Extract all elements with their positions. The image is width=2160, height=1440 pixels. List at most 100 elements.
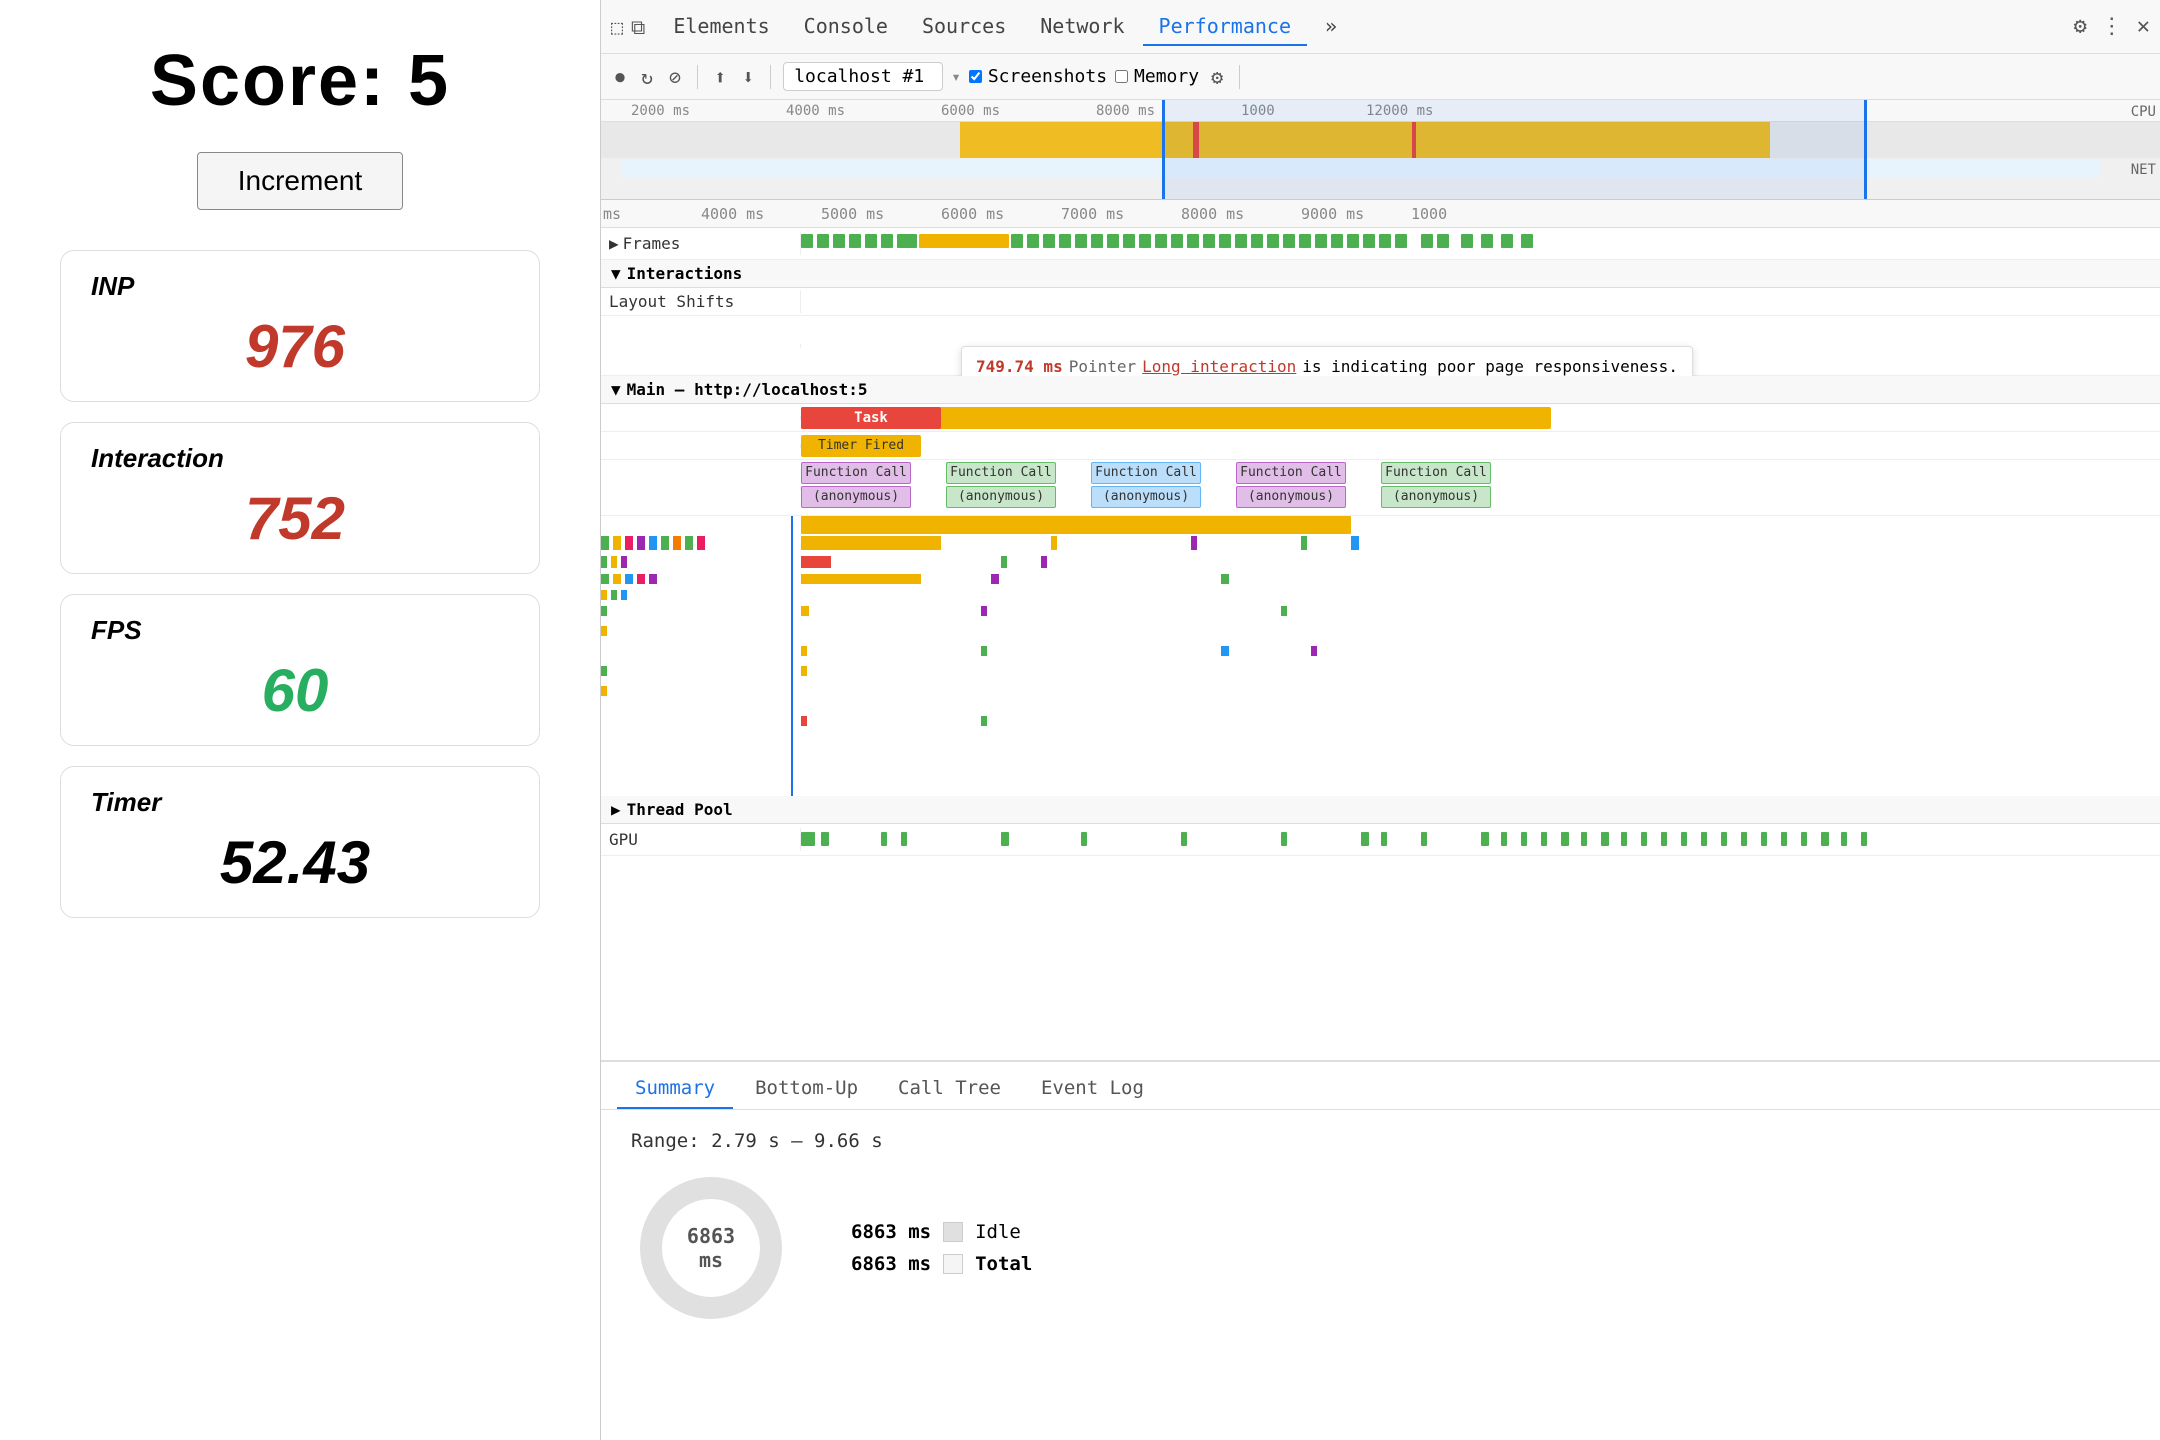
popup-link[interactable]: Long interaction bbox=[1142, 357, 1296, 376]
interaction-value: 752 bbox=[91, 484, 499, 553]
thread-pool-label: Thread Pool bbox=[627, 800, 733, 819]
tick-2000: 2000 ms bbox=[631, 103, 690, 119]
main-thread-collapse-icon[interactable]: ▼ bbox=[611, 380, 621, 399]
device-icon[interactable]: ⧉ bbox=[631, 15, 645, 39]
url-dropdown-icon[interactable]: ▾ bbox=[951, 67, 961, 86]
func-anon-5[interactable]: (anonymous) bbox=[1381, 486, 1491, 508]
timer-fired-label-col bbox=[601, 444, 801, 448]
func-anon-1[interactable]: (anonymous) bbox=[801, 486, 911, 508]
tab-bottom-up[interactable]: Bottom-Up bbox=[737, 1069, 876, 1109]
main-thread-header: ▼ Main — http://localhost:5 bbox=[601, 376, 2160, 404]
gpu-bar bbox=[1681, 832, 1687, 846]
func-call-5[interactable]: Function Call bbox=[1381, 462, 1491, 484]
flame-r3yellow bbox=[801, 574, 921, 584]
clear-btn[interactable]: ⊘ bbox=[665, 61, 685, 93]
frame-bar bbox=[1299, 234, 1311, 248]
func-call-3[interactable]: Function Call bbox=[1091, 462, 1201, 484]
record-btn[interactable]: ⏺ bbox=[611, 61, 629, 93]
download-btn[interactable]: ⬇ bbox=[738, 61, 758, 93]
gpu-content bbox=[801, 824, 2160, 856]
func-call-2[interactable]: Function Call bbox=[946, 462, 1056, 484]
timeline-main[interactable]: ms 4000 ms 5000 ms 6000 ms 7000 ms 8000 … bbox=[601, 200, 2160, 1060]
timer-fired-bar[interactable]: Timer Fired bbox=[801, 435, 921, 457]
func-call-3-label: Function Call bbox=[1095, 465, 1197, 480]
close-icon[interactable]: ✕ bbox=[2137, 14, 2150, 39]
separator2 bbox=[770, 65, 771, 89]
gpu-bar bbox=[1761, 832, 1767, 846]
flame-r4s2 bbox=[611, 590, 617, 600]
tab-sources[interactable]: Sources bbox=[906, 8, 1022, 46]
gpu-bar bbox=[1381, 832, 1387, 846]
flame-s10 bbox=[1051, 536, 1057, 550]
main-ruler: ms 4000 ms 5000 ms 6000 ms 7000 ms 8000 … bbox=[601, 200, 2160, 228]
tab-console[interactable]: Console bbox=[788, 8, 904, 46]
gpu-bar bbox=[1721, 832, 1727, 846]
gpu-bar bbox=[1781, 832, 1787, 846]
tab-performance[interactable]: Performance bbox=[1143, 8, 1307, 46]
memory-checkbox[interactable] bbox=[1115, 70, 1128, 83]
url-selector[interactable]: localhost #1 bbox=[783, 62, 943, 91]
frame-bar bbox=[849, 234, 861, 248]
flame-chart-area bbox=[601, 516, 2160, 796]
task-row: Task Task bbox=[601, 404, 2160, 432]
increment-button[interactable]: Increment bbox=[197, 152, 404, 210]
gpu-bar bbox=[1821, 832, 1829, 846]
frame-bar bbox=[1283, 234, 1295, 248]
interaction-label: Interaction bbox=[91, 443, 499, 474]
func-call-1-label: Function Call bbox=[805, 465, 907, 480]
more-settings-btn[interactable]: ⚙ bbox=[1207, 61, 1227, 93]
flame-r9s1 bbox=[601, 686, 607, 696]
inspect-icon[interactable]: ⬚ bbox=[611, 15, 623, 39]
func-call-4[interactable]: Function Call bbox=[1236, 462, 1346, 484]
screenshots-checkbox[interactable] bbox=[969, 70, 982, 83]
settings-icon[interactable]: ⚙ bbox=[2074, 14, 2087, 39]
function-calls-row: Function Call (anonymous) Function Call … bbox=[601, 460, 2160, 516]
frame-bar bbox=[1219, 234, 1231, 248]
gpu-bar bbox=[1641, 832, 1647, 846]
frame-bar bbox=[1059, 234, 1071, 248]
func-call-2-label: Function Call bbox=[950, 465, 1052, 480]
selection-handle-right[interactable] bbox=[1864, 100, 1867, 199]
flame-r7s2 bbox=[981, 646, 987, 656]
func-call-1[interactable]: Function Call bbox=[801, 462, 911, 484]
tab-call-tree[interactable]: Call Tree bbox=[880, 1069, 1019, 1109]
screenshots-toggle: Screenshots bbox=[969, 66, 1107, 87]
func-anon-3-label: (anonymous) bbox=[1103, 489, 1189, 504]
task-red-bar[interactable]: Task bbox=[801, 407, 941, 429]
gpu-bar bbox=[1421, 832, 1427, 846]
func-anon-4[interactable]: (anonymous) bbox=[1236, 486, 1346, 508]
interactions-content: 749.74 ms Pointer Long interaction is in… bbox=[801, 316, 2160, 376]
frame-bar bbox=[1139, 234, 1151, 248]
frame-bar bbox=[1521, 234, 1533, 248]
interactions-collapse-icon[interactable]: ▼ bbox=[611, 264, 621, 283]
thread-pool-icon[interactable]: ▶ bbox=[611, 800, 621, 819]
main-thread-label: Main — http://localhost:5 bbox=[627, 380, 868, 399]
gpu-bar bbox=[1001, 832, 1009, 846]
tab-more[interactable]: » bbox=[1309, 8, 1353, 46]
timeline-overview[interactable]: 2000 ms 4000 ms 6000 ms 8000 ms 1000 120… bbox=[601, 100, 2160, 200]
tab-event-log[interactable]: Event Log bbox=[1023, 1069, 1162, 1109]
memory-toggle: Memory bbox=[1115, 66, 1199, 87]
tab-network[interactable]: Network bbox=[1024, 8, 1140, 46]
frame-bar bbox=[1267, 234, 1279, 248]
tab-elements[interactable]: Elements bbox=[657, 8, 785, 46]
frame-bar bbox=[1075, 234, 1087, 248]
frame-bar bbox=[1091, 234, 1103, 248]
interactions-section-label: Interactions bbox=[627, 264, 743, 283]
flame-r8s1 bbox=[601, 666, 607, 676]
frame-bar bbox=[1363, 234, 1375, 248]
func-anon-3[interactable]: (anonymous) bbox=[1091, 486, 1201, 508]
upload-btn[interactable]: ⬆ bbox=[710, 61, 730, 93]
fps-value: 60 bbox=[91, 656, 499, 725]
frames-expand-icon[interactable]: ▶ bbox=[609, 234, 619, 253]
tab-summary[interactable]: Summary bbox=[617, 1069, 733, 1109]
selection-handle-left[interactable] bbox=[1162, 100, 1165, 199]
reload-btn[interactable]: ↻ bbox=[637, 61, 657, 93]
frame-bar bbox=[1155, 234, 1167, 248]
func-anon-2[interactable]: (anonymous) bbox=[946, 486, 1056, 508]
frames-track-row: ▶ Frames bbox=[601, 228, 2160, 260]
frame-bar bbox=[1011, 234, 1023, 248]
frame-bar bbox=[1107, 234, 1119, 248]
more-icon[interactable]: ⋮ bbox=[2101, 14, 2123, 39]
bottom-tab-bar: Summary Bottom-Up Call Tree Event Log bbox=[601, 1062, 2160, 1110]
